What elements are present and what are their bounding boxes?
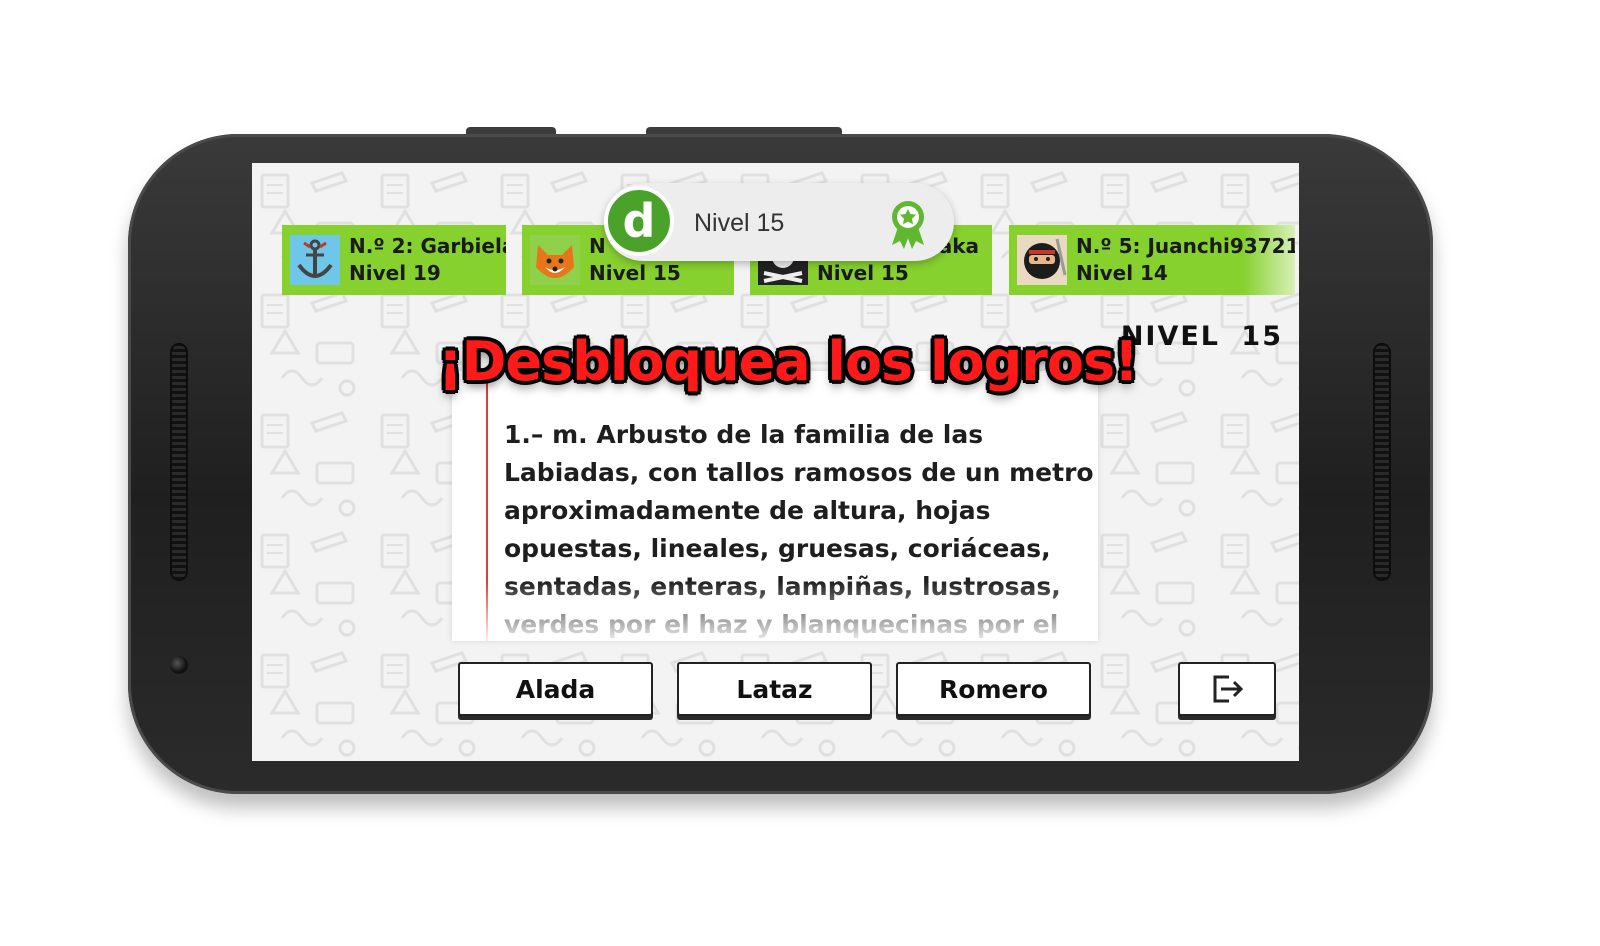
leaderboard-player-5: N.º 5: Juanchi93721 Nivel 14 xyxy=(1009,225,1295,295)
front-camera xyxy=(170,656,188,674)
player-name: N.º 2: Garbiela1 xyxy=(349,234,506,258)
card-fade xyxy=(452,581,1098,641)
definition-card[interactable]: 1.– m. Arbusto de la familia de las Labi… xyxy=(452,371,1098,641)
answer-button-1[interactable]: Alada xyxy=(458,662,653,716)
exit-button[interactable] xyxy=(1178,662,1276,716)
current-level-label: NIVEL 15 xyxy=(1120,321,1283,352)
fox-icon xyxy=(530,235,580,285)
right-speaker xyxy=(1373,343,1391,581)
ninja-icon xyxy=(1017,235,1067,285)
medal-icon xyxy=(892,201,924,249)
game-screen: N.º 2: Garbiela1Nivel 19 NNivel 15 aka N… xyxy=(252,163,1299,761)
player-level: Nivel 15 xyxy=(817,261,909,285)
unlock-achievements-headline: ¡Desbloquea los logros! xyxy=(438,330,1139,393)
app-logo: d xyxy=(604,186,674,256)
player-name: N.º 5: Juanchi93721 xyxy=(1076,234,1295,258)
level-toast: d Nivel 15 xyxy=(604,183,954,261)
player-level: Nivel 19 xyxy=(349,261,441,285)
leaderboard-player-2: N.º 2: Garbiela1 Nivel 19 xyxy=(282,225,506,295)
anchor-icon xyxy=(290,235,340,285)
answer-button-2[interactable]: Lataz xyxy=(677,662,872,716)
toast-text: Nivel 15 xyxy=(694,209,785,237)
player-level: Nivel 15 xyxy=(589,261,681,285)
player-level: Nivel 14 xyxy=(1076,261,1168,285)
answer-button-3[interactable]: Romero xyxy=(896,662,1091,716)
left-speaker xyxy=(170,343,188,581)
exit-icon xyxy=(1213,675,1244,703)
